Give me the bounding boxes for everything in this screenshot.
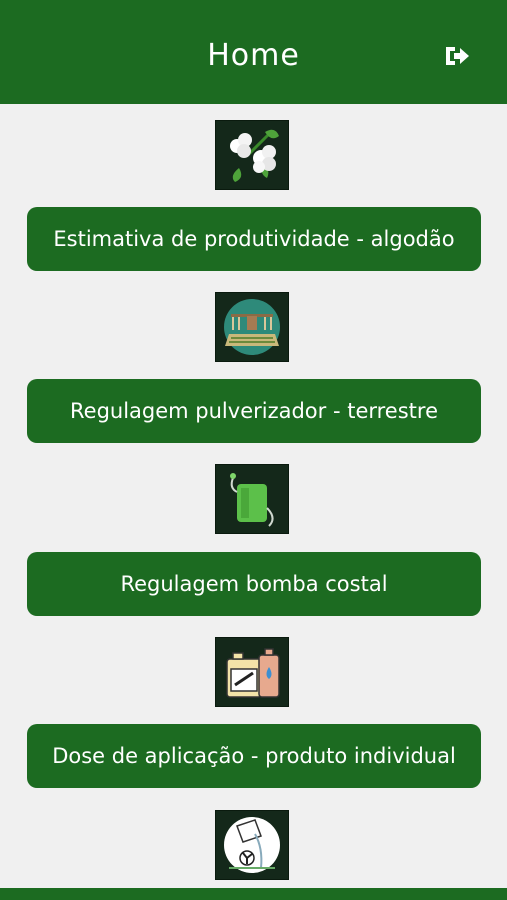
btn-regulagem-bomba-costal[interactable]: Regulagem bomba costal <box>27 552 481 616</box>
cotton-icon <box>215 120 289 190</box>
backpack-sprayer-icon <box>215 464 289 534</box>
menu-list: Estimativa de produtividade - algodão Re… <box>0 104 507 888</box>
btn-regulagem-pulverizador[interactable]: Regulagem pulverizador - terrestre <box>27 379 481 443</box>
btn-dose-aplicacao[interactable]: Dose de aplicação - produto individual <box>27 724 481 788</box>
bottom-bar <box>0 888 507 900</box>
page-title: Home <box>207 38 300 73</box>
pouring-chemical-icon <box>215 810 289 880</box>
chemical-containers-icon <box>215 637 289 707</box>
tractor-sprayer-icon <box>215 292 289 362</box>
btn-estimativa-produtividade[interactable]: Estimativa de produtividade - algodão <box>27 207 481 271</box>
sign-out-icon[interactable] <box>443 44 471 68</box>
app-header: Home <box>0 0 507 104</box>
